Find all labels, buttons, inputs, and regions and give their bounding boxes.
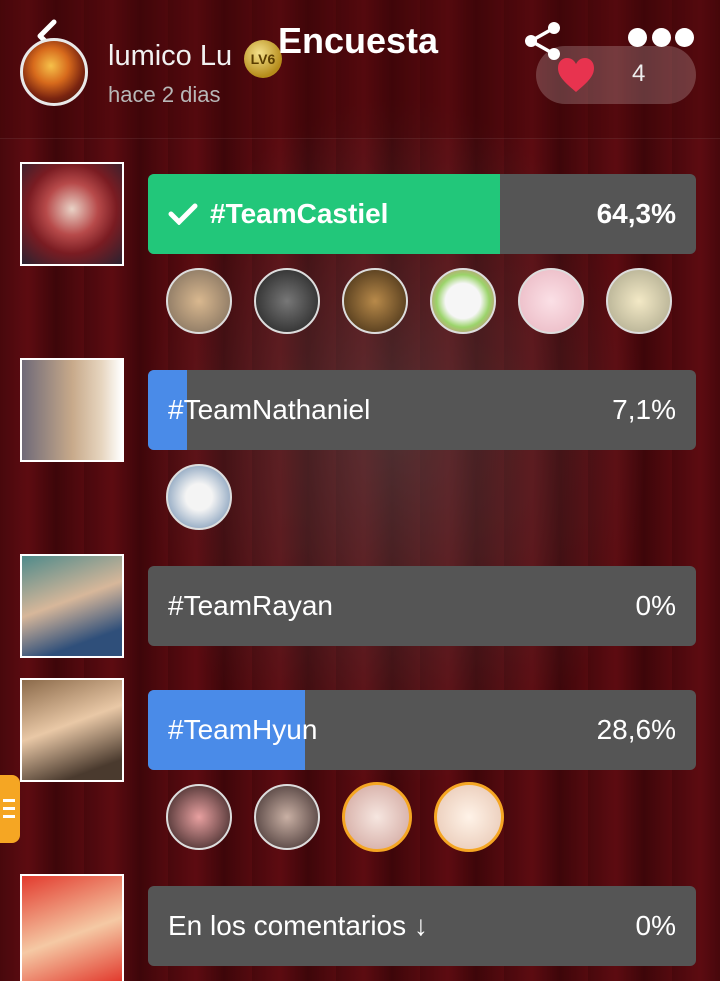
avatar[interactable]	[254, 784, 320, 850]
option-label: #TeamNathaniel	[168, 394, 371, 425]
option-label: #TeamRayan	[168, 590, 333, 621]
poll-option[interactable]: En los comentarios ↓ 0%	[148, 886, 696, 966]
avatar[interactable]	[254, 268, 320, 334]
option-thumbnail	[20, 678, 124, 782]
option-thumbnail	[20, 874, 124, 981]
check-icon	[168, 203, 198, 225]
avatar[interactable]	[434, 782, 504, 852]
voter-avatars	[166, 782, 526, 856]
avatar[interactable]	[430, 268, 496, 334]
option-percent: 64,3%	[596, 198, 676, 229]
avatar[interactable]	[166, 268, 232, 334]
poll-option[interactable]: #TeamCastiel 64,3%	[148, 174, 696, 254]
author-avatar[interactable]	[20, 38, 88, 106]
option-percent: 28,6%	[596, 714, 676, 745]
heart-icon	[558, 58, 594, 92]
option-thumbnail	[20, 358, 124, 462]
option-thumbnail	[20, 162, 124, 266]
option-percent: 0%	[635, 590, 676, 621]
poll-option[interactable]: #TeamRayan 0%	[148, 566, 696, 646]
poll-option[interactable]: #TeamNathaniel 7,1%	[148, 370, 696, 450]
option-percent: 7,1%	[612, 394, 676, 425]
avatar[interactable]	[518, 268, 584, 334]
voter-avatars	[166, 464, 254, 536]
avatar[interactable]	[166, 464, 232, 530]
like-button[interactable]: 4	[536, 46, 696, 104]
side-menu-icon[interactable]	[0, 775, 20, 843]
level-badge: LV6	[244, 40, 282, 78]
option-percent: 0%	[635, 910, 676, 941]
post-time: hace 2 dias	[108, 82, 221, 107]
voter-avatars	[166, 268, 694, 340]
author-name[interactable]: lumico Lu	[108, 40, 232, 73]
avatar[interactable]	[606, 268, 672, 334]
option-label: En los comentarios ↓	[168, 910, 428, 941]
option-thumbnail	[20, 554, 124, 658]
avatar[interactable]	[342, 268, 408, 334]
page-title: Encuesta	[278, 20, 439, 61]
option-label: #TeamHyun	[168, 714, 318, 745]
like-count: 4	[632, 60, 646, 87]
avatar[interactable]	[166, 784, 232, 850]
poll-option[interactable]: #TeamHyun 28,6%	[148, 690, 696, 770]
post-header: lumico Lu LV6 hace 2 dias Encuesta 4	[0, 0, 720, 139]
avatar[interactable]	[342, 782, 412, 852]
option-label: #TeamCastiel	[168, 198, 388, 230]
